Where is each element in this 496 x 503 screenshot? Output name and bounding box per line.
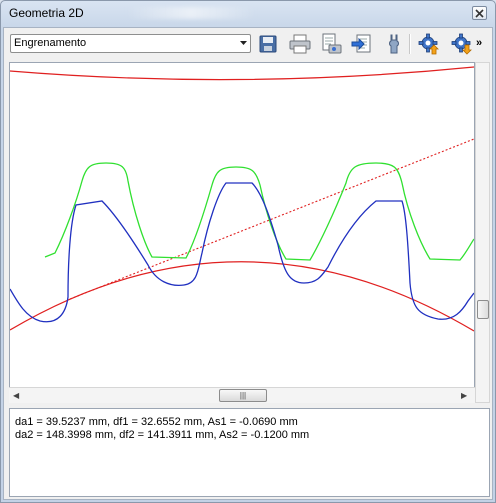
vertical-scroll-thumb[interactable]	[477, 300, 489, 319]
print-button[interactable]	[287, 32, 313, 56]
vertical-scrollbar[interactable]	[475, 62, 490, 403]
client-area: Engrenamento » ◀ ||| ▶ da1 = 39.5237 mm,…	[3, 27, 493, 500]
print-preview-button[interactable]	[318, 32, 344, 56]
toolbar-overflow-button[interactable]: »	[476, 37, 482, 49]
gear1-tooth-profile	[10, 182, 474, 323]
gear2-results: da2 = 148.3998 mm, df2 = 141.3911 mm, As…	[15, 429, 310, 441]
export-icon	[351, 34, 371, 53]
chevron-down-icon	[240, 41, 247, 45]
gear2-tip-circle	[10, 66, 474, 81]
view-select[interactable]: Engrenamento	[10, 34, 251, 53]
settings-button[interactable]	[381, 32, 407, 56]
gear1-tip-circle	[10, 261, 474, 332]
gear-down-button[interactable]	[449, 32, 475, 56]
toolbar: Engrenamento »	[4, 28, 492, 60]
gear-up-icon	[418, 33, 439, 55]
settings-icon	[389, 34, 399, 54]
close-button[interactable]	[472, 6, 487, 20]
gear-up-button[interactable]	[416, 32, 442, 56]
save-icon	[259, 35, 277, 53]
scroll-left-arrow[interactable]: ◀	[13, 391, 19, 400]
scroll-right-arrow[interactable]: ▶	[461, 391, 467, 400]
gear2-tooth-profile	[44, 162, 474, 261]
export-button[interactable]	[349, 32, 375, 56]
view-select-value: Engrenamento	[14, 37, 87, 49]
title-bar[interactable]: Geometria 2D	[1, 1, 495, 27]
gear-mesh-drawing	[10, 66, 474, 332]
toolbar-separator	[409, 34, 411, 54]
gear1-results: da1 = 39.5237 mm, df1 = 32.6552 mm, As1 …	[15, 416, 298, 428]
print-icon	[289, 34, 311, 54]
title-bar-reflection	[126, 7, 256, 19]
geometry-2d-window: Geometria 2D Engrenamento » ◀ ||| ▶ da1 …	[0, 0, 496, 503]
close-icon	[475, 8, 484, 18]
print-preview-icon	[322, 33, 342, 54]
window-title: Geometria 2D	[9, 6, 84, 20]
gear-down-icon	[451, 33, 472, 55]
save-button[interactable]	[255, 32, 281, 56]
line-of-action	[69, 138, 474, 300]
results-panel: da1 = 39.5237 mm, df1 = 32.6552 mm, As1 …	[9, 408, 490, 497]
gear-mesh-canvas[interactable]	[9, 62, 475, 403]
horizontal-scroll-thumb[interactable]: |||	[219, 389, 267, 402]
horizontal-scrollbar[interactable]: ◀ ||| ▶	[9, 387, 475, 403]
